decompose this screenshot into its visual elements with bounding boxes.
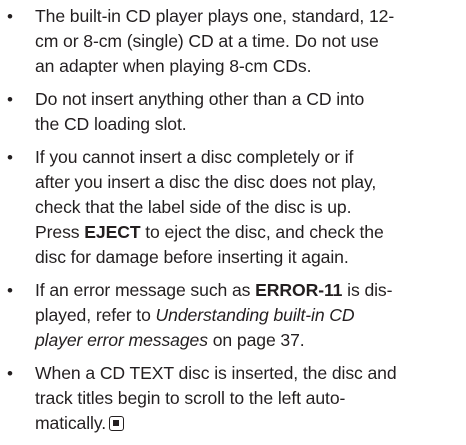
text-line: track titles begin to scroll to the left… bbox=[35, 388, 346, 408]
text-segment: is dis- bbox=[342, 280, 393, 300]
eject-label: EJECT bbox=[84, 222, 141, 242]
bullet-item-insert-problem: • If you cannot insert a disc completely… bbox=[0, 145, 466, 270]
bullet-item-cd-text: • When a CD TEXT disc is inserted, the d… bbox=[0, 361, 466, 436]
text-line: If an error message such as ERROR-11 is … bbox=[35, 278, 462, 303]
text-segment: Press bbox=[35, 222, 85, 242]
bullet-item-disc-size: • The built-in CD player plays one, stan… bbox=[0, 4, 466, 79]
text-line: matically. bbox=[35, 411, 462, 436]
text-line: the CD loading slot. bbox=[35, 114, 187, 134]
text-segment: to eject the disc, and check the bbox=[140, 222, 384, 242]
cross-reference-title: player error messages bbox=[35, 330, 208, 350]
text-line: after you insert a disc the disc does no… bbox=[35, 172, 377, 192]
text-line: Do not insert anything other than a CD i… bbox=[35, 89, 365, 109]
bullet-list: • The built-in CD player plays one, stan… bbox=[0, 4, 466, 444]
text-segment: on page 37. bbox=[207, 330, 305, 350]
bullet-marker: • bbox=[7, 148, 13, 167]
text-segment: matically. bbox=[35, 413, 107, 433]
bullet-item-error-message: • If an error message such as ERROR-11 i… bbox=[0, 278, 466, 353]
text-line: Press EJECT to eject the disc, and check… bbox=[35, 220, 462, 245]
bullet-marker: • bbox=[7, 7, 13, 26]
text-line: cm or 8-cm (single) CD at a time. Do not… bbox=[35, 31, 379, 51]
text-line: an adapter when playing 8-cm CDs. bbox=[35, 56, 312, 76]
bullet-marker: • bbox=[7, 90, 13, 109]
text-segment: played, refer to bbox=[35, 305, 156, 325]
error-code-label: ERROR-11 bbox=[255, 280, 343, 300]
text-line: check that the label side of the disc is… bbox=[35, 197, 352, 217]
text-line: played, refer to Understanding built-in … bbox=[35, 303, 462, 328]
text-line: When a CD TEXT disc is inserted, the dis… bbox=[35, 363, 397, 383]
bullet-marker: • bbox=[7, 281, 13, 300]
bullet-item-loading-slot: • Do not insert anything other than a CD… bbox=[0, 87, 466, 137]
text-line: player error messages on page 37. bbox=[35, 328, 462, 353]
text-line: disc for damage before inserting it agai… bbox=[35, 247, 349, 267]
text-segment: If an error message such as bbox=[35, 280, 256, 300]
end-mark-square bbox=[113, 420, 120, 426]
text-line: The built-in CD player plays one, standa… bbox=[35, 6, 395, 26]
text-line: If you cannot insert a disc completely o… bbox=[35, 147, 354, 167]
cross-reference-title: Understanding built-in CD bbox=[155, 305, 355, 325]
end-of-section-icon bbox=[109, 416, 125, 431]
bullet-marker: • bbox=[7, 364, 13, 383]
